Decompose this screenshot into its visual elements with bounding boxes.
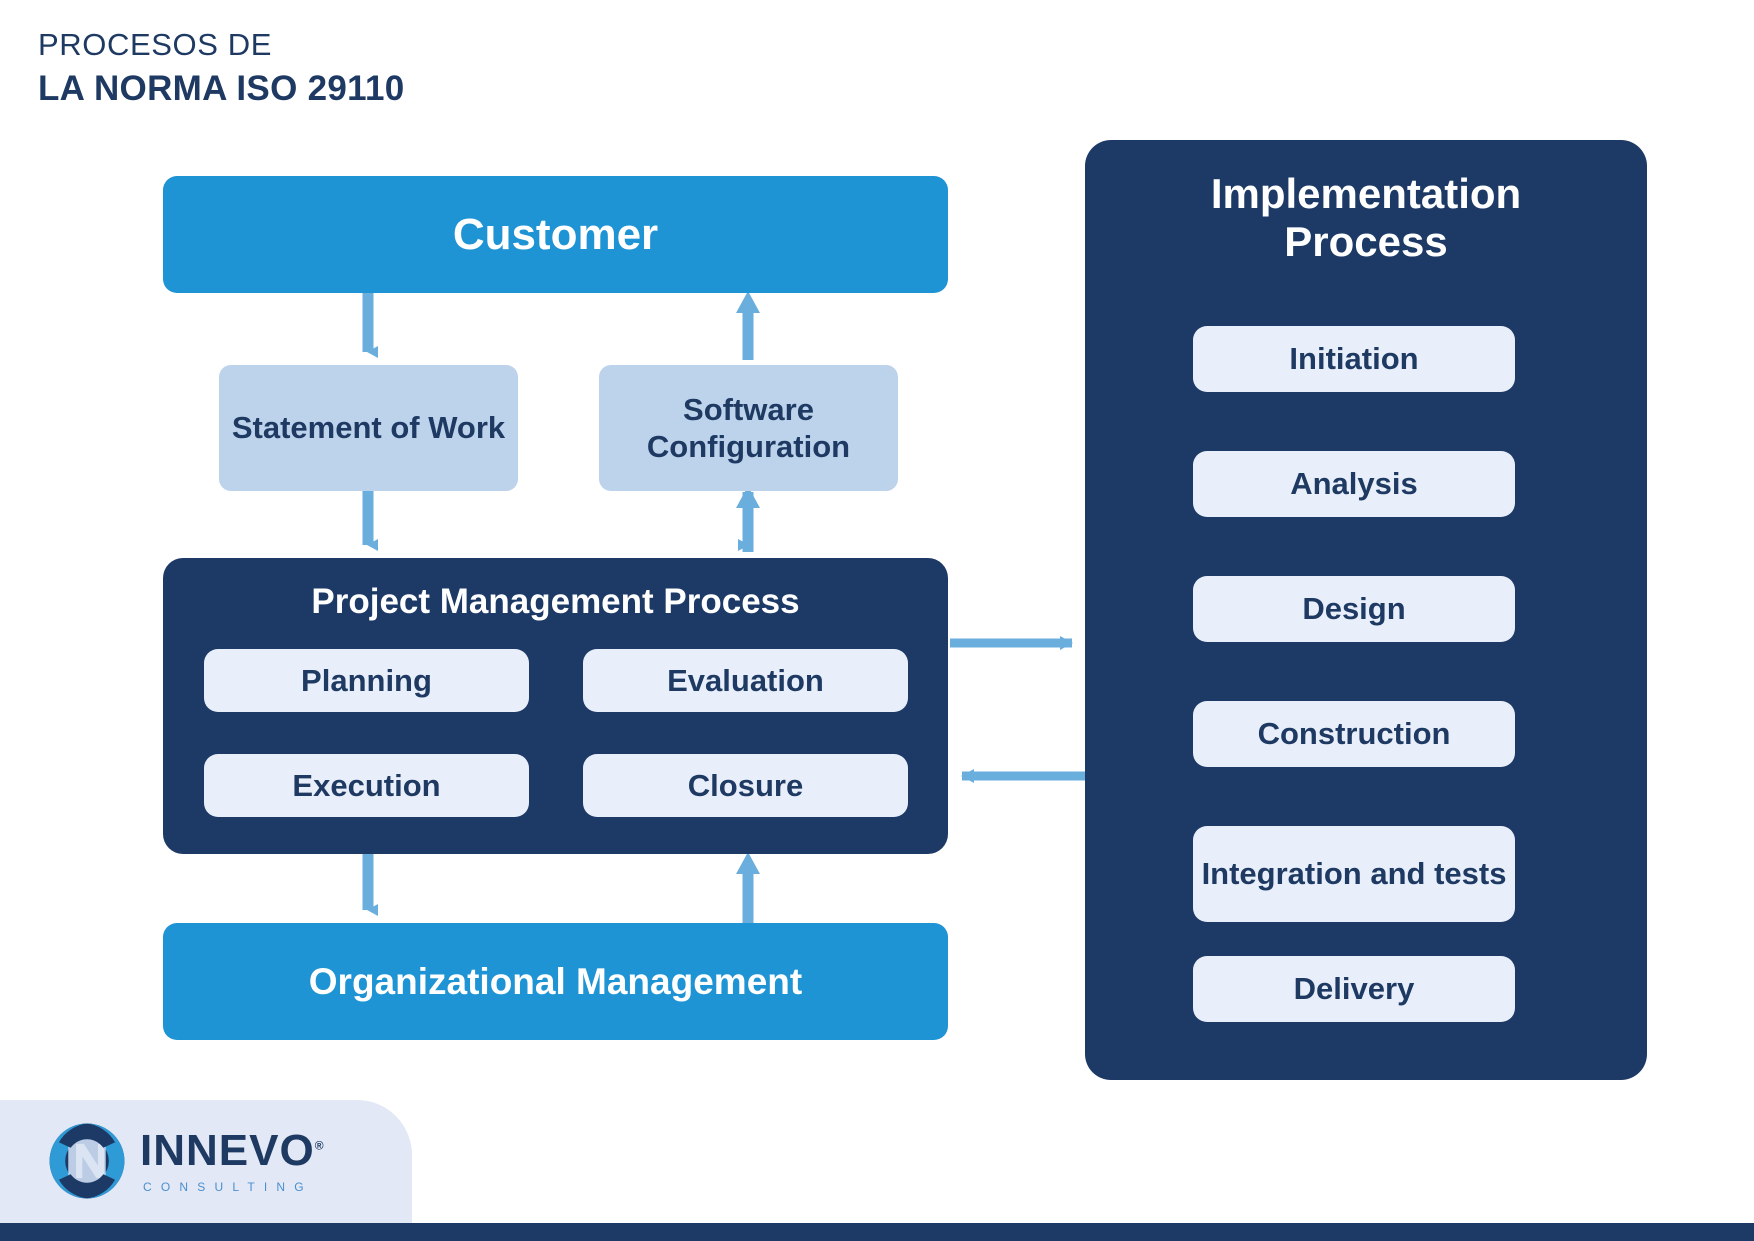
implementation-step-label: Construction [1257,716,1451,752]
arrow-software-to-customer [736,291,760,360]
arrow-org-to-pm [736,852,760,925]
project-management-title: Project Management Process [311,582,800,621]
implementation-step-label: Analysis [1290,466,1418,502]
implementation-step-label: Initiation [1289,341,1419,377]
implementation-step-delivery: Delivery [1193,956,1515,1022]
innevo-wordmark-text: INNEVO [140,1125,315,1175]
innevo-mark-icon [49,1123,125,1199]
registered-mark-icon: ® [314,1137,325,1152]
pm-activity-label: Closure [687,767,804,803]
implementation-step-integration-and-tests: Integration and tests [1193,826,1515,922]
title-line-1: PROCESOS DE [38,27,272,62]
pm-activity-execution: Execution [204,754,529,817]
implementation-step-label: Design [1302,591,1406,627]
organizational-management-label: Organizational Management [308,960,803,1002]
pm-activity-label: Evaluation [667,662,824,698]
innevo-wordmark-block: INNEVO® CONSULTING [140,1125,325,1194]
organizational-management-box: Organizational Management [163,923,948,1040]
innevo-wordmark: INNEVO® [140,1125,325,1175]
implementation-step-label: Integration and tests [1201,856,1507,892]
pm-activity-closure: Closure [583,754,908,817]
customer-label: Customer [452,209,659,259]
innevo-tagline: CONSULTING [143,1179,313,1194]
implementation-step-label: Delivery [1293,971,1415,1007]
pm-activity-planning: Planning [204,649,529,712]
pm-activity-evaluation: Evaluation [583,649,908,712]
project-management-process-box: Project Management Process Planning Eval… [163,558,948,854]
arrow-pm-to-software [736,486,760,552]
customer-box: Customer [163,176,948,293]
implementation-process-title: Implementation Process [1210,170,1522,265]
implementation-step-initiation: Initiation [1193,326,1515,392]
diagram-canvas: PROCESOS DE LA NORMA ISO 29110 Customer … [0,0,1754,1241]
title-line-2: LA NORMA ISO 29110 [38,68,405,108]
software-configuration-box: Software Configuration [599,365,898,491]
software-configuration-label: Software Configuration [646,391,851,464]
implementation-step-analysis: Analysis [1193,451,1515,517]
statement-of-work-box: Statement of Work [219,365,518,491]
implementation-process-panel: Implementation Process Initiation Analys… [1085,140,1647,1080]
innevo-logo: INNEVO® CONSULTING [48,1122,325,1200]
pm-activity-label: Execution [292,767,441,803]
implementation-step-design: Design [1193,576,1515,642]
statement-of-work-label: Statement of Work [231,410,506,446]
implementation-step-construction: Construction [1193,701,1515,767]
page-title: PROCESOS DE LA NORMA ISO 29110 [38,27,405,109]
pm-activity-label: Planning [301,662,432,698]
footer-bar [0,1223,1754,1241]
